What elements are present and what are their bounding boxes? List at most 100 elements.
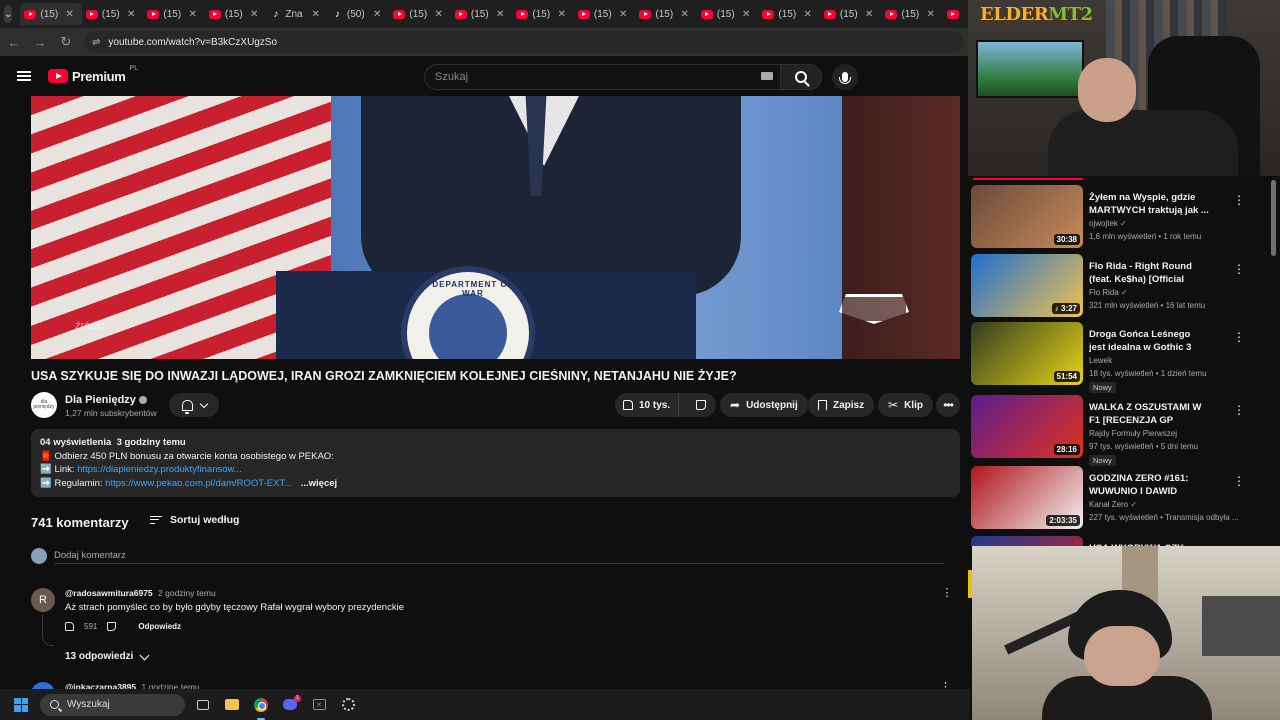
video-player[interactable]: DEPARTMENT OF WAR źródło [31,96,960,359]
video-thumbnail[interactable]: 30:38 [971,185,1083,248]
channel-name[interactable]: Dla Pieniędzy [65,394,147,406]
browser-tab[interactable]: (15) ✕ [697,3,759,25]
close-tab-icon[interactable]: ✕ [865,9,873,20]
comment-author[interactable]: @radosawmitura6975 [65,588,153,598]
close-tab-icon[interactable]: ✕ [66,9,74,20]
close-tab-icon[interactable]: ✕ [681,9,689,20]
recommended-video-channel[interactable]: Rajdy Formuły Pierwszej [1089,429,1177,438]
windows-start-icon[interactable] [14,697,28,712]
recommended-video-channel[interactable]: Lewek [1089,356,1112,365]
browser-tab[interactable]: (15) ✕ [389,3,451,25]
sidebar-scrollbar[interactable] [1271,180,1276,256]
recommended-video-title[interactable]: Droga Gońca Leśnego jest idealna w Gothi… [1089,328,1209,354]
browser-tab[interactable]: (15) ✕ [820,3,882,25]
chrome-taskbar-button[interactable] [250,694,272,720]
browser-tab[interactable]: (15) ✕ [574,3,636,25]
video-menu-icon[interactable]: ⋮ [1233,262,1245,276]
settings-taskbar-button[interactable] [337,694,359,716]
comment-author-avatar[interactable]: R [31,588,55,612]
keyboard-icon[interactable] [761,72,773,80]
browser-tab[interactable]: ♪ Zna ✕ [266,3,328,25]
browser-tab[interactable]: (15) ✕ [205,3,267,25]
forward-arrow-icon[interactable]: → [28,30,52,54]
recommended-video[interactable]: 30:38 Żyłem na Wyspie, gdzie MARTWYCH tra… [971,185,1271,249]
affiliate-link[interactable]: https://dlapieniedzy.produktyfinansow... [77,464,242,475]
recommended-video[interactable]: 51:54 Droga Gońca Leśnego jest idealna w … [971,322,1271,393]
comment-dislike-icon[interactable] [107,622,117,631]
video-thumbnail[interactable]: 51:54 [971,322,1083,385]
video-menu-icon[interactable]: ⋮ [1233,193,1245,207]
like-button[interactable]: 10 tys. [615,393,680,417]
close-tab-icon[interactable]: ✕ [496,9,504,20]
close-tab-icon[interactable]: ✕ [927,9,935,20]
video-thumbnail[interactable]: 2:03:35 [971,466,1083,529]
close-tab-icon[interactable]: ✕ [804,9,812,20]
channel-avatar[interactable]: dla pieniędzy [31,392,57,418]
video-menu-icon[interactable]: ⋮ [1233,330,1245,344]
recommended-video[interactable]: 2:03:35 GODZINA ZERO #161: WUWUNIO I DAWI… [971,466,1271,530]
browser-tab[interactable]: (15) ✕ [635,3,697,25]
browser-tab[interactable]: (15) ✕ [512,3,574,25]
reply-button[interactable]: Odpowiedz [138,622,181,631]
site-info-icon[interactable]: ⇌ [92,37,100,48]
recommended-video[interactable]: 28:16 WALKA Z OSZUSTAMI W F1 [RECENZJA GP… [971,395,1271,466]
discord-taskbar-button[interactable]: 1 [279,694,301,716]
browser-tab[interactable]: (15) ✕ [82,3,144,25]
clip-button[interactable]: ✂ Klip [878,393,933,417]
address-bar[interactable]: ⇌ youtube.com/watch?v=B3kCzXUgzSo [84,31,964,53]
recommended-video[interactable]: USA WYGRYWA CZY⋮ [971,536,1271,546]
close-tab-icon[interactable]: ✕ [435,9,443,20]
browser-tab[interactable]: (15) ✕ [143,3,205,25]
comment-time[interactable]: 2 godziny temu [158,588,216,598]
recommended-video-title[interactable]: Żyłem na Wyspie, gdzie MARTWYCH traktują… [1089,191,1209,217]
tab-search-menu-icon[interactable]: ⌄ [4,5,13,23]
reload-icon[interactable]: ↻ [54,30,78,54]
add-comment-input[interactable] [54,548,944,564]
search-button[interactable] [780,64,822,90]
video-thumbnail[interactable]: ♪ 3:27 [971,254,1083,317]
browser-tab[interactable]: (15) ✕ [20,3,82,25]
recommended-video-channel[interactable]: Kanał Zero ✓ [1089,500,1137,509]
browser-tab[interactable]: ♪ (50) ✕ [328,3,390,25]
video-menu-icon[interactable]: ⋮ [1233,403,1245,417]
browser-tab[interactable]: (15) ✕ [881,3,943,25]
subscribed-notifications-button[interactable] [169,393,219,417]
video-thumbnail[interactable] [971,536,1083,546]
app-taskbar-button[interactable]: ✕ [308,694,330,716]
close-tab-icon[interactable]: ✕ [373,9,381,20]
show-more-button[interactable]: ...więcej [301,478,337,489]
menu-hamburger-icon[interactable] [0,71,48,81]
recommended-video-title[interactable]: WALKA Z OSZUSTAMI W F1 [RECENZJA GP AUST… [1089,401,1209,427]
back-arrow-icon[interactable]: ← [2,30,26,54]
close-tab-icon[interactable]: ✕ [250,9,258,20]
voice-search-button[interactable] [832,64,858,90]
file-explorer-button[interactable] [221,694,243,716]
comment-like-icon[interactable] [65,622,74,631]
recommended-video[interactable]: ♪ 3:27 Flo Rida - Right Round (feat. Ke$h… [971,254,1271,318]
close-tab-icon[interactable]: ✕ [312,9,320,20]
terms-link[interactable]: https://www.pekao.com.pl/dam/ROOT-EXT... [105,478,292,489]
recommended-video-channel[interactable]: ojwojtek ✓ [1089,219,1127,228]
taskbar-search[interactable]: Wyszukaj [40,693,185,716]
close-tab-icon[interactable]: ✕ [558,9,566,20]
youtube-premium-logo[interactable]: Premium PL [48,65,138,84]
comment-menu-icon[interactable]: ⋮ [940,586,954,600]
save-button[interactable]: Zapisz [808,393,875,417]
close-tab-icon[interactable]: ✕ [619,9,627,20]
close-tab-icon[interactable]: ✕ [127,9,135,20]
close-tab-icon[interactable]: ✕ [742,9,750,20]
browser-tab[interactable]: ✕ [943,3,968,25]
dislike-button[interactable] [685,400,716,410]
recommended-video-title[interactable]: Flo Rida - Right Round (feat. Ke$ha) [Of… [1089,260,1209,286]
task-view-button[interactable] [192,694,214,716]
more-actions-button[interactable]: ••• [936,393,960,417]
browser-tab[interactable]: (15) ✕ [758,3,820,25]
view-replies-button[interactable]: 13 odpowiedzi [65,650,150,662]
video-menu-icon[interactable]: ⋮ [1233,474,1245,488]
video-thumbnail[interactable]: 28:16 [971,395,1083,458]
sort-comments-button[interactable]: Sortuj według [150,514,239,526]
recommended-video-channel[interactable]: Flo Rida ✓ [1089,288,1128,297]
description-box[interactable]: 04 wyświetlenia 3 godziny temu 🧧 Odbierz… [31,429,960,497]
browser-tab[interactable]: (15) ✕ [451,3,513,25]
search-input[interactable] [424,64,780,90]
